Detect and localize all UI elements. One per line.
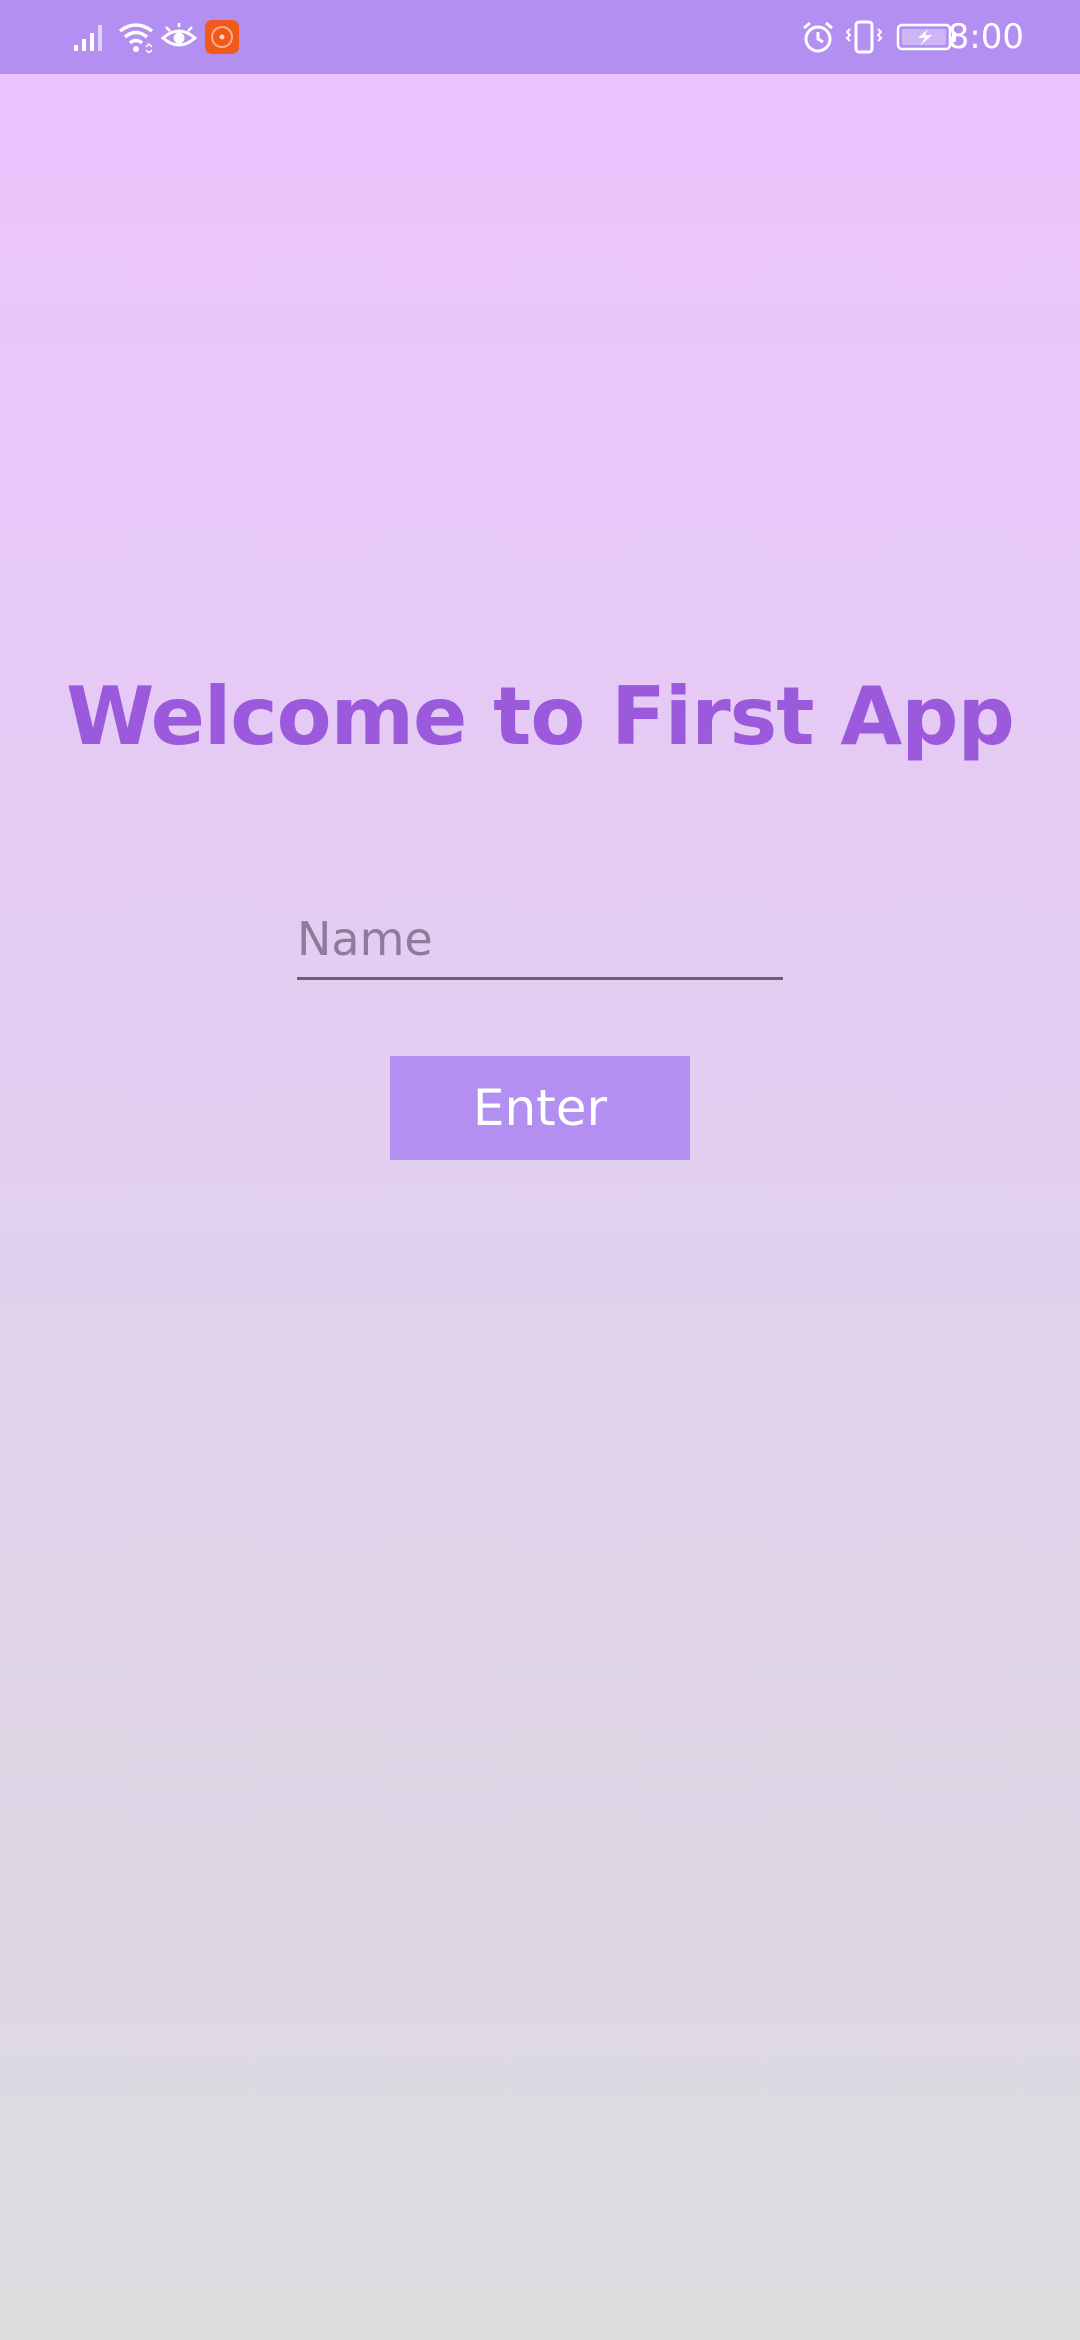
status-bar: 8:00 (0, 0, 1080, 74)
app-screen: 8:00 Welcome to First App Enter (0, 0, 1080, 2340)
name-input[interactable] (297, 900, 783, 980)
app-notification-icon (204, 0, 240, 74)
enter-button[interactable]: Enter (390, 1056, 690, 1160)
signal-icon (72, 0, 108, 74)
page-title: Welcome to First App (66, 670, 1015, 763)
eye-icon (160, 0, 198, 74)
alarm-icon (800, 0, 836, 74)
status-time: 8:00 (947, 17, 1024, 57)
wifi-icon (116, 0, 156, 74)
vibrate-icon (844, 0, 884, 74)
